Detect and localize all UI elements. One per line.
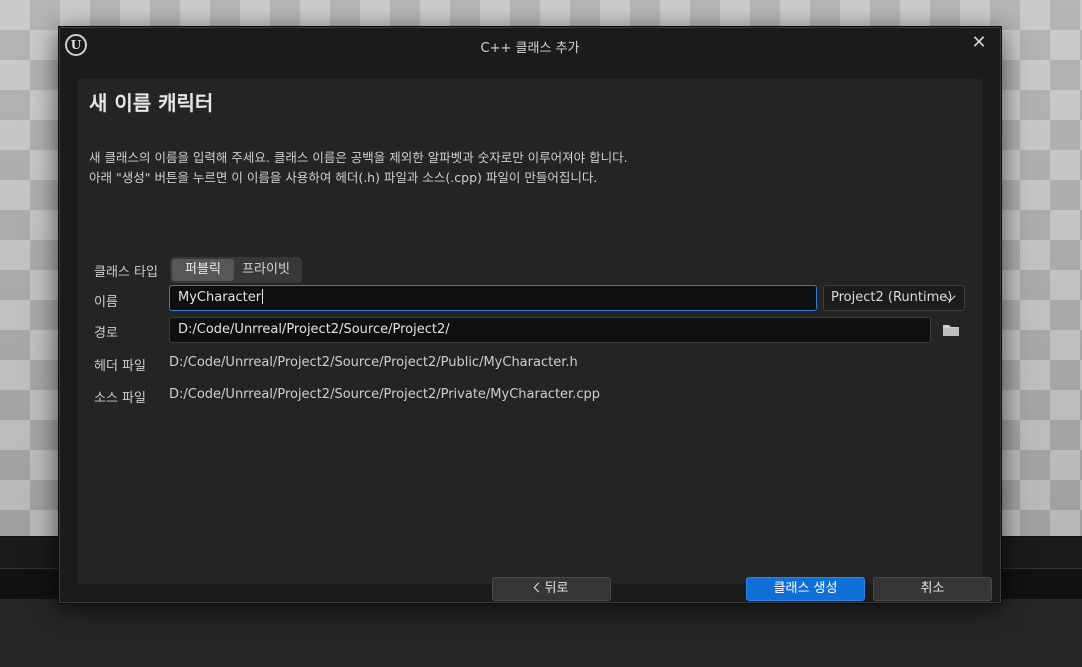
cancel-button[interactable]: 취소 xyxy=(873,577,992,601)
back-button[interactable]: 뒤로 xyxy=(492,577,611,601)
dialog-content: 새 이름 캐릭터 새 클래스의 이름을 입력해 주세요. 클래스 이름은 공백을… xyxy=(78,79,992,601)
dialog-titlebar[interactable]: U C++ 클래스 추가 ✕ xyxy=(59,27,1001,63)
header-file-path: D:/Code/Unrreal/Project2/Source/Project2… xyxy=(169,355,578,370)
class-name-input[interactable]: MyCharacter xyxy=(169,285,817,311)
description-line-2: 아래 "생성" 버튼을 누르면 이 이름을 사용하여 헤더(.h) 파일과 소스… xyxy=(89,170,598,185)
header-file-label: 헤더 파일 xyxy=(94,359,146,374)
module-dropdown[interactable]: Project2 (Runtime) xyxy=(823,285,965,311)
add-cpp-class-dialog: U C++ 클래스 추가 ✕ 새 이름 캐릭터 새 클래스의 이름을 입력해 주… xyxy=(58,26,1002,604)
module-selected-value: Project2 (Runtime) xyxy=(831,290,953,305)
path-input[interactable]: D:/Code/Unrreal/Project2/Source/Project2… xyxy=(169,317,931,343)
folder-icon[interactable] xyxy=(940,319,962,341)
page-title: 새 이름 캐릭터 xyxy=(89,91,214,115)
name-label: 이름 xyxy=(94,295,118,310)
source-file-path: D:/Code/Unrreal/Project2/Source/Project2… xyxy=(169,387,600,402)
chevron-left-icon xyxy=(533,582,543,593)
text-caret xyxy=(262,289,264,304)
class-type-private-option[interactable]: 프라이빗 xyxy=(234,259,298,281)
close-icon[interactable]: ✕ xyxy=(969,31,989,55)
source-file-label: 소스 파일 xyxy=(94,391,146,406)
class-type-label: 클래스 타입 xyxy=(94,265,158,280)
editor-bottom-panel xyxy=(0,599,1082,667)
class-name-value: MyCharacter xyxy=(178,290,262,305)
class-type-public-option[interactable]: 퍼블릭 xyxy=(172,259,234,281)
back-button-label: 뒤로 xyxy=(544,581,569,596)
dialog-title: C++ 클래스 추가 xyxy=(480,41,580,56)
create-class-button[interactable]: 클래스 생성 xyxy=(746,577,865,601)
path-label: 경로 xyxy=(94,326,118,341)
class-type-toggle: 퍼블릭 프라이빗 xyxy=(170,257,302,283)
description-line-1: 새 클래스의 이름을 입력해 주세요. 클래스 이름은 공백을 제외한 알파벳과… xyxy=(89,150,628,165)
